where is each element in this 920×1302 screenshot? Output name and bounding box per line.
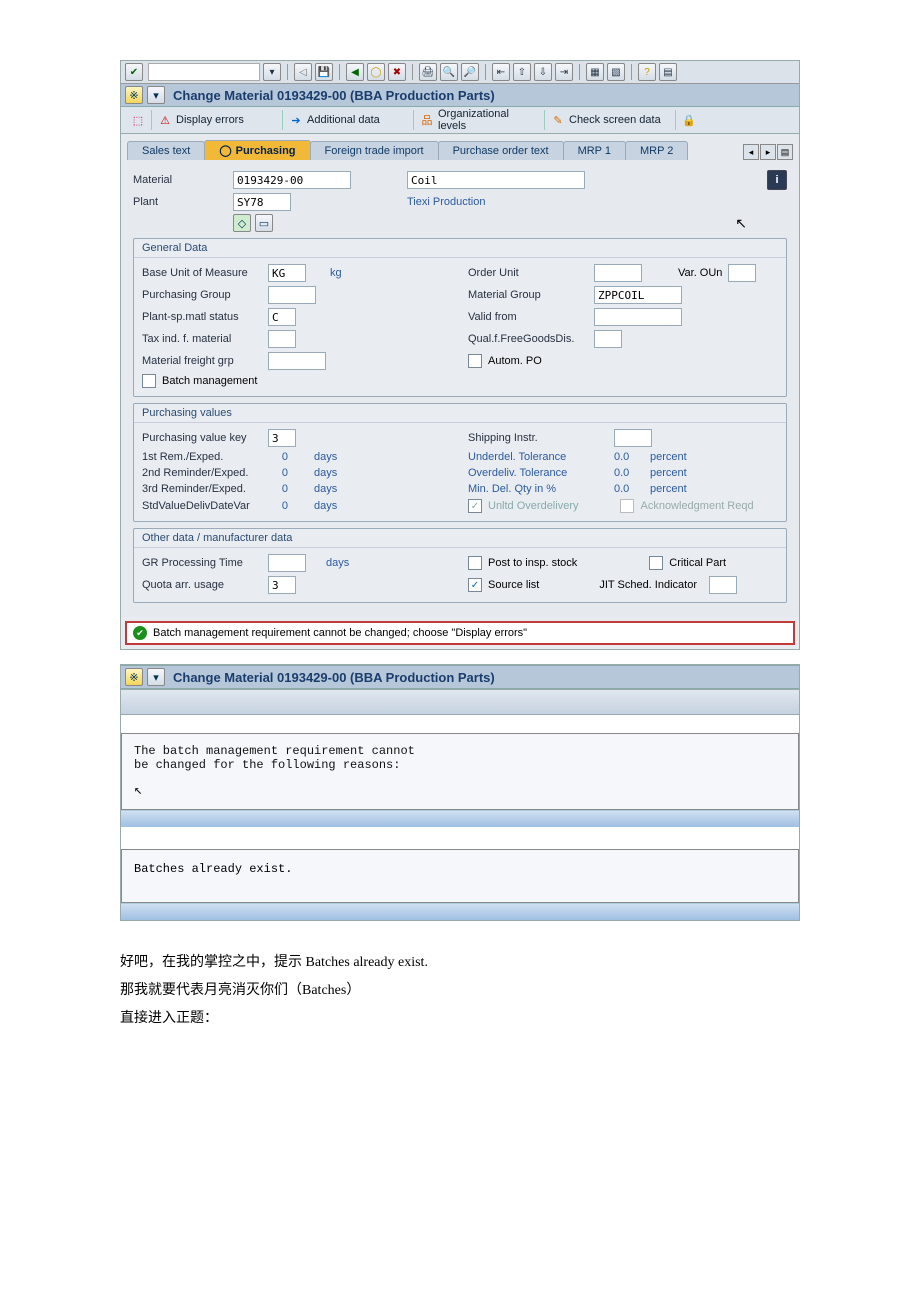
info-button[interactable]: i bbox=[767, 170, 787, 190]
tax-ind-input[interactable] bbox=[268, 330, 296, 348]
toolbar-blank bbox=[121, 689, 799, 715]
mat-freight-input[interactable] bbox=[268, 352, 326, 370]
unltd-overdeliv-checkbox: ✓ bbox=[468, 499, 482, 513]
plant-label: Plant bbox=[133, 196, 233, 208]
back-green-icon[interactable]: ◀ bbox=[346, 63, 364, 81]
general-data-group: General Data Base Unit of Measure kg Ord… bbox=[133, 238, 787, 397]
tab-purchasing[interactable]: ◯Purchasing bbox=[204, 140, 310, 160]
check-screen-button[interactable]: ✎Check screen data bbox=[545, 110, 676, 130]
pvk-input[interactable] bbox=[268, 429, 296, 447]
exit-icon[interactable]: ◯ bbox=[367, 63, 385, 81]
menu-icon-2[interactable]: ▾ bbox=[147, 668, 165, 686]
gr-proc-time-input[interactable] bbox=[268, 554, 306, 572]
command-field[interactable] bbox=[148, 63, 260, 81]
cursor-icon: ↖ bbox=[735, 215, 747, 232]
help-icon[interactable]: ? bbox=[638, 63, 656, 81]
tab-sales-text[interactable]: Sales text bbox=[127, 141, 205, 160]
tab-strip: Sales text ◯Purchasing Foreign trade imp… bbox=[121, 134, 799, 160]
purch-values-group: Purchasing values Purchasing value key S… bbox=[133, 403, 787, 522]
status-message: Batch management requirement cannot be c… bbox=[153, 627, 527, 639]
tab-list-icon[interactable]: ▤ bbox=[777, 144, 793, 160]
save-icon[interactable]: 💾 bbox=[315, 63, 333, 81]
other-data-header: Other data / manufacturer data bbox=[134, 529, 786, 548]
purch-values-header: Purchasing values bbox=[134, 404, 786, 423]
plant-code-input[interactable] bbox=[233, 193, 291, 211]
tab-scroll-left-icon[interactable]: ◂ bbox=[743, 144, 759, 160]
lock-button[interactable]: 🔒 bbox=[676, 110, 702, 130]
ack-reqd-checkbox bbox=[620, 499, 634, 513]
material-label: Material bbox=[133, 174, 233, 186]
title-bar: ※ ▾ Change Material 0193429-00 (BBA Prod… bbox=[121, 84, 799, 107]
org-levels-button[interactable]: 品Organizational levels bbox=[414, 110, 545, 130]
base-uom-input[interactable] bbox=[268, 264, 306, 282]
last-page-icon[interactable]: ⇥ bbox=[555, 63, 573, 81]
layout-icon[interactable]: ▤ bbox=[659, 63, 677, 81]
error-detail-box: Batches already exist. bbox=[121, 849, 799, 903]
first-page-icon[interactable]: ⇤ bbox=[492, 63, 510, 81]
page-title-2: Change Material 0193429-00 (BBA Producti… bbox=[173, 670, 495, 685]
valid-from-input[interactable] bbox=[594, 308, 682, 326]
additional-data-button[interactable]: ➔Additional data bbox=[283, 110, 414, 130]
status-bar: ✔ Batch management requirement cannot be… bbox=[125, 621, 795, 645]
print-icon[interactable]: 🖨 bbox=[419, 63, 437, 81]
back-icon[interactable]: ◁ bbox=[294, 63, 312, 81]
autom-po-checkbox[interactable] bbox=[468, 354, 482, 368]
main-toolbar: ✔ ▾ ◁ 💾 ◀ ◯ ✖ 🖨 🔍 🔎 ⇤ ⇧ ⇩ ⇥ ▦ ▧ ? ▤ bbox=[121, 61, 799, 84]
enter-icon[interactable]: ✔ bbox=[125, 63, 143, 81]
other-material-button[interactable]: ⬚ bbox=[125, 110, 152, 130]
jit-sched-input[interactable] bbox=[709, 576, 737, 594]
ship-instr-input[interactable] bbox=[614, 429, 652, 447]
tab-mrp2[interactable]: MRP 2 bbox=[625, 141, 688, 160]
tab-po-text[interactable]: Purchase order text bbox=[438, 141, 564, 160]
plant-name: Tiexi Production bbox=[407, 196, 485, 208]
tab-mrp1[interactable]: MRP 1 bbox=[563, 141, 626, 160]
article-text: 好吧，在我的掌控之中，提示 Batches already exist. 那我就… bbox=[120, 949, 800, 1033]
form-body: Material i Plant Tiexi Production ◇ ▭ ↖ … bbox=[121, 160, 799, 617]
app-icon: ※ bbox=[125, 86, 143, 104]
find-icon[interactable]: 🔍 bbox=[440, 63, 458, 81]
next-page-icon[interactable]: ⇩ bbox=[534, 63, 552, 81]
menu-icon[interactable]: ▾ bbox=[147, 86, 165, 104]
divider-bar bbox=[121, 810, 799, 827]
divider-bar-2 bbox=[121, 903, 799, 920]
cancel-icon[interactable]: ✖ bbox=[388, 63, 406, 81]
prev-page-icon[interactable]: ⇧ bbox=[513, 63, 531, 81]
display-errors-button[interactable]: ⚠Display errors bbox=[152, 110, 283, 130]
tab-scroll-right-icon[interactable]: ▸ bbox=[760, 144, 776, 160]
error-reason-box: The batch management requirement cannot … bbox=[121, 733, 799, 810]
var-oun-input[interactable] bbox=[728, 264, 756, 282]
status-ok-icon: ✔ bbox=[133, 626, 147, 640]
post-insp-checkbox[interactable] bbox=[468, 556, 482, 570]
doc-icon[interactable]: ▭ bbox=[255, 214, 273, 232]
cursor-icon-2: ↖ bbox=[134, 783, 142, 799]
action-bar: ⬚ ⚠Display errors ➔Additional data 品Orga… bbox=[121, 107, 799, 134]
material-group-input[interactable] bbox=[594, 286, 682, 304]
error-window: ※ ▾ Change Material 0193429-00 (BBA Prod… bbox=[120, 664, 800, 921]
new-session-icon[interactable]: ▦ bbox=[586, 63, 604, 81]
critical-part-checkbox[interactable] bbox=[649, 556, 663, 570]
page-title: Change Material 0193429-00 (BBA Producti… bbox=[173, 88, 495, 103]
material-number-input[interactable] bbox=[233, 171, 351, 189]
material-desc-input[interactable] bbox=[407, 171, 585, 189]
batch-mgmt-checkbox[interactable] bbox=[142, 374, 156, 388]
quota-usage-input[interactable] bbox=[268, 576, 296, 594]
plant-status-input[interactable] bbox=[268, 308, 296, 326]
other-data-group: Other data / manufacturer data GR Proces… bbox=[133, 528, 787, 603]
source-list-checkbox[interactable]: ✓ bbox=[468, 578, 482, 592]
qual-input[interactable] bbox=[594, 330, 622, 348]
general-data-header: General Data bbox=[134, 239, 786, 258]
revision-icon[interactable]: ◇ bbox=[233, 214, 251, 232]
dropdown-icon[interactable]: ▾ bbox=[263, 63, 281, 81]
shortcut-icon[interactable]: ▧ bbox=[607, 63, 625, 81]
app-icon-2: ※ bbox=[125, 668, 143, 686]
order-unit-input[interactable] bbox=[594, 264, 642, 282]
tab-foreign-trade[interactable]: Foreign trade import bbox=[310, 141, 439, 160]
purch-group-input[interactable] bbox=[268, 286, 316, 304]
find-next-icon[interactable]: 🔎 bbox=[461, 63, 479, 81]
